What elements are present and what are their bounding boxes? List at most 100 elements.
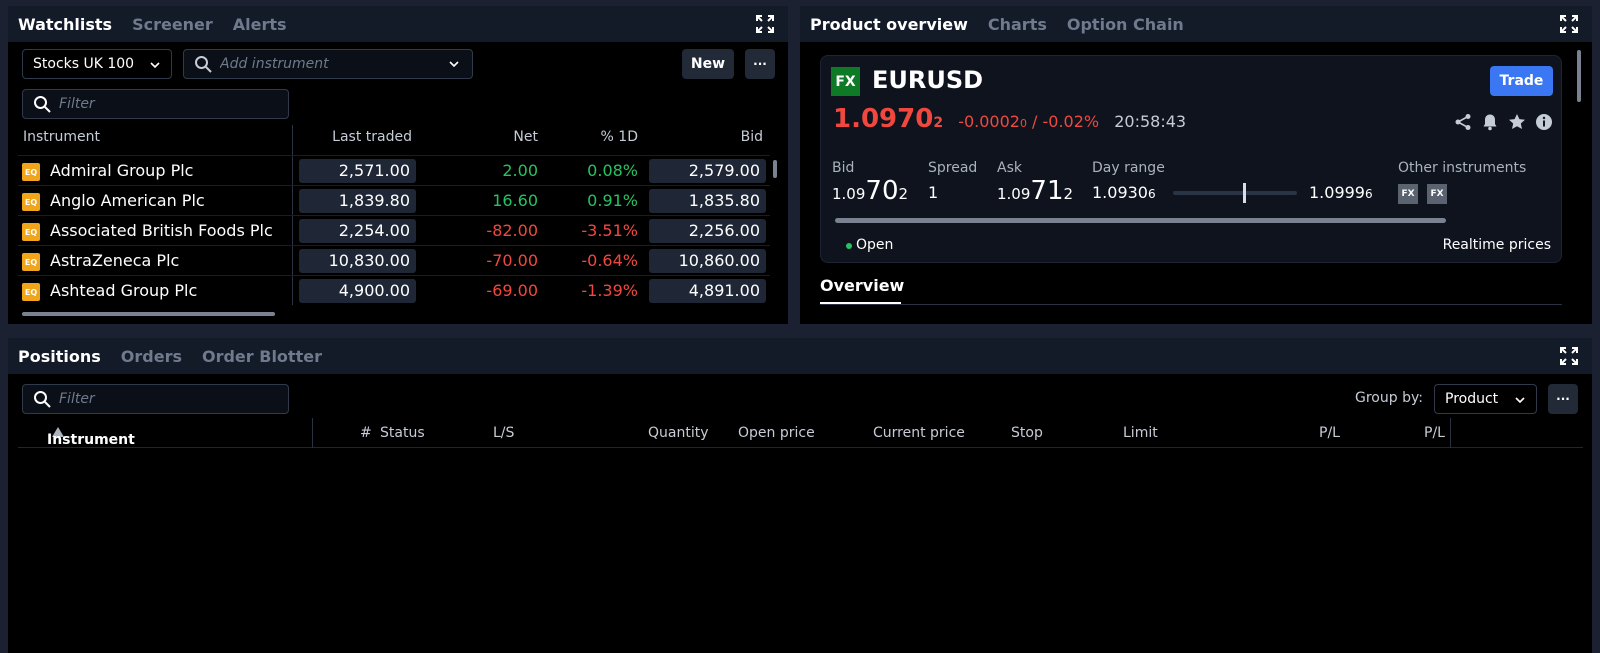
col-pl[interactable]: P/L [1319, 425, 1340, 441]
col-pl-2[interactable]: P/L [1424, 425, 1445, 441]
table-row[interactable]: EQ Ashtead Group Plc 4,900.00 -69.00 -1.39% 4… [18, 275, 770, 305]
overview-divider [820, 304, 1562, 305]
positions-empty-area [18, 449, 1583, 653]
star-icon[interactable] [1508, 113, 1526, 131]
tab-orders[interactable]: Orders [121, 347, 182, 366]
last-price: 1.0970 [833, 104, 934, 134]
col-limit[interactable]: Limit [1123, 425, 1158, 441]
realtime-prices-label: Realtime prices [1442, 237, 1551, 253]
expand-icon[interactable] [756, 15, 774, 33]
col-bid[interactable]: Bid [741, 129, 763, 145]
col-open-price[interactable]: Open price [738, 425, 815, 441]
expand-icon[interactable] [1560, 15, 1578, 33]
net-change-value: 2.00 [502, 161, 538, 180]
ask-price-pips: 71 [1030, 176, 1064, 206]
trade-button[interactable]: Trade [1490, 66, 1553, 96]
col-current-price[interactable]: Current price [873, 425, 965, 441]
other-instrument-2[interactable]: FX [1427, 184, 1447, 204]
instrument-name[interactable]: Anglo American Plc [50, 191, 205, 210]
day-range-label: Day range [1092, 160, 1165, 176]
bell-icon[interactable] [1481, 113, 1499, 131]
watchlist-filter-input[interactable] [59, 96, 288, 112]
col-net[interactable]: Net [513, 129, 538, 145]
bid-price-pips: 70 [865, 176, 899, 206]
last-traded-value: 1,839.80 [299, 189, 416, 213]
pct-change-value: -1.39% [581, 281, 638, 300]
bid-value[interactable]: 1,835.80 [649, 189, 766, 213]
day-range-bar [1173, 183, 1297, 203]
col-pct-1d[interactable]: % 1D [601, 129, 638, 145]
tab-charts[interactable]: Charts [988, 15, 1047, 34]
positions-more-button[interactable]: ··· [1548, 384, 1578, 414]
day-range-high: 1.09996 [1309, 183, 1373, 202]
positions-filter-field[interactable] [22, 384, 289, 414]
last-price-fraction: 2 [933, 115, 944, 131]
bid-value[interactable]: 4,891.00 [649, 279, 766, 303]
col-instrument-label: Instrument [47, 432, 135, 448]
instrument-name[interactable]: AstraZeneca Plc [50, 251, 179, 270]
group-by-select[interactable]: Product [1434, 384, 1537, 414]
watchlist-filter-field[interactable] [22, 89, 289, 119]
add-instrument-field[interactable] [183, 49, 473, 79]
table-row[interactable]: EQ Anglo American Plc 1,839.80 16.60 0.91% 1,… [18, 185, 770, 215]
product-scrollbar-vertical[interactable] [1577, 50, 1581, 102]
chevron-down-icon[interactable] [448, 58, 460, 70]
day-range-high-fraction: 6 [1364, 187, 1373, 201]
instrument-name[interactable]: Associated British Foods Plc [50, 221, 273, 240]
col-count[interactable]: # [360, 425, 372, 441]
bid-value[interactable]: 10,860.00 [649, 249, 766, 273]
pct-change-value: 0.91% [587, 191, 638, 210]
table-row[interactable]: EQ Associated British Foods Plc 2,254.00 -8… [18, 215, 770, 245]
equity-badge: EQ [22, 283, 40, 301]
chevron-down-icon [1515, 397, 1525, 404]
net-change-value: -70.00 [486, 251, 538, 270]
ask-price-fraction: 2 [1063, 185, 1074, 203]
card-scrollbar-horizontal[interactable] [835, 218, 1446, 223]
ask-price[interactable]: 1.09712 [997, 176, 1073, 206]
col-ls[interactable]: L/S [493, 425, 514, 441]
col-instrument[interactable]: Instrument [47, 425, 135, 448]
share-icon[interactable] [1454, 113, 1472, 131]
tab-overview[interactable]: Overview [820, 276, 904, 295]
bid-price[interactable]: 1.09702 [832, 176, 908, 206]
new-watchlist-button[interactable]: New [682, 49, 734, 79]
instrument-name[interactable]: Ashtead Group Plc [50, 281, 197, 300]
instrument-name[interactable]: Admiral Group Plc [50, 161, 193, 180]
positions-header: Positions Orders Order Blotter [8, 338, 1592, 374]
col-instrument[interactable]: Instrument [23, 129, 100, 145]
tab-alerts[interactable]: Alerts [233, 15, 287, 34]
day-range-low-fraction: 6 [1147, 187, 1156, 201]
positions-filter-input[interactable] [59, 391, 288, 407]
tab-option-chain[interactable]: Option Chain [1067, 15, 1184, 34]
pct-change-value: -0.64% [581, 251, 638, 270]
watchlist-select[interactable]: Stocks UK 100 [22, 49, 172, 79]
col-quantity[interactable]: Quantity [648, 425, 709, 441]
equity-badge: EQ [22, 223, 40, 241]
net-change-value: -69.00 [486, 281, 538, 300]
watchlist-scrollbar-vertical[interactable] [773, 160, 777, 178]
table-row[interactable]: EQ AstraZeneca Plc 10,830.00 -70.00 -0.64% 10… [18, 245, 770, 275]
day-range-marker [1243, 183, 1247, 203]
watchlist-more-button[interactable]: ··· [745, 49, 775, 79]
col-last-traded[interactable]: Last traded [332, 129, 412, 145]
add-instrument-input[interactable] [220, 56, 448, 72]
column-divider[interactable] [312, 418, 313, 448]
tab-product-overview[interactable]: Product overview [810, 15, 968, 34]
tab-order-blotter[interactable]: Order Blotter [202, 347, 322, 366]
tab-watchlists[interactable]: Watchlists [18, 15, 112, 34]
ask-price-prefix: 1.09 [997, 185, 1031, 203]
watchlist-scrollbar-horizontal[interactable] [22, 312, 275, 316]
net-change-value: -82.00 [486, 221, 538, 240]
table-row[interactable]: EQ Admiral Group Plc 2,571.00 2.00 0.08% 2,57… [18, 155, 770, 185]
info-icon[interactable] [1535, 113, 1553, 131]
equity-badge: EQ [22, 163, 40, 181]
col-status[interactable]: Status [380, 425, 425, 441]
expand-icon[interactable] [1560, 347, 1578, 365]
tab-positions[interactable]: Positions [18, 347, 101, 366]
tab-screener[interactable]: Screener [132, 15, 213, 34]
bid-value[interactable]: 2,256.00 [649, 219, 766, 243]
column-divider[interactable] [1450, 418, 1451, 448]
col-stop[interactable]: Stop [1011, 425, 1043, 441]
bid-value[interactable]: 2,579.00 [649, 159, 766, 183]
other-instrument-1[interactable]: FX [1398, 184, 1418, 204]
